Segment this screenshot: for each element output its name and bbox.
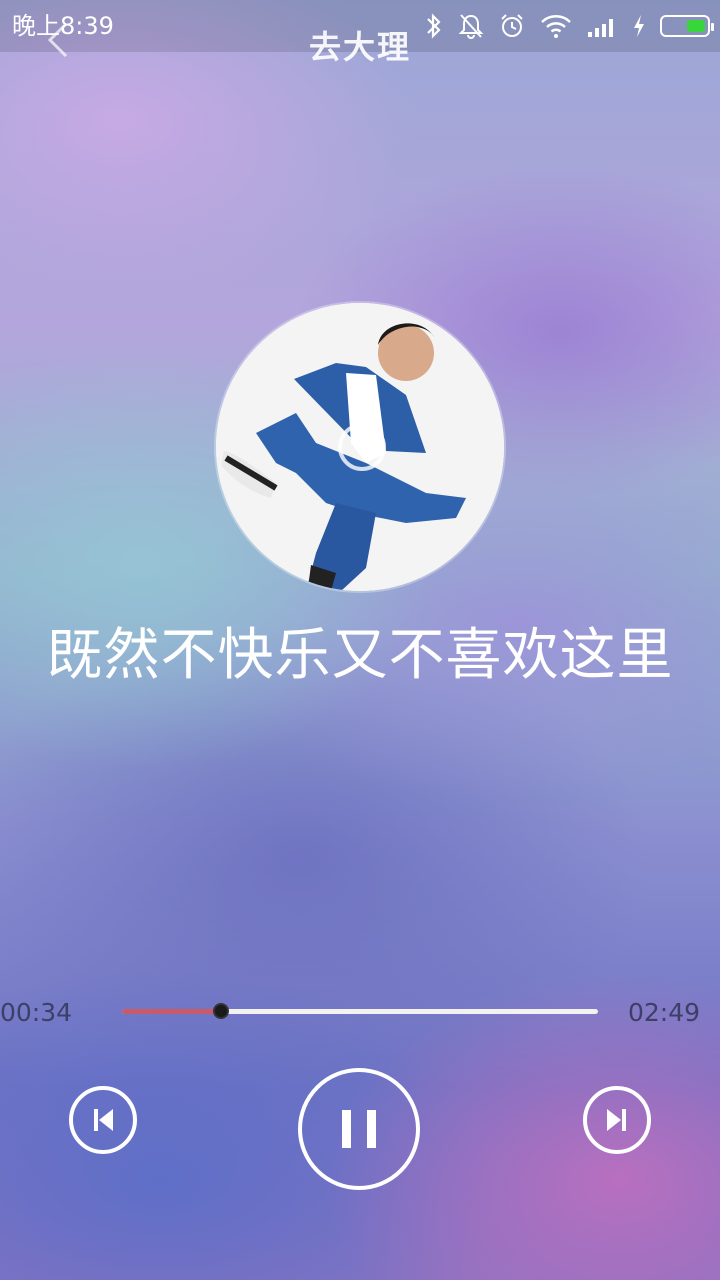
music-player-screen: 晚上8:39 去大理 既然不快乐又不喜欢这里 00:34 02:49: [0, 0, 720, 1280]
current-lyric-line: 既然不快乐又不喜欢这里: [46, 623, 674, 688]
pause-icon: [342, 1110, 376, 1148]
album-art: [216, 303, 504, 591]
total-time: 02:49: [627, 998, 700, 1027]
artist-photo: [216, 303, 504, 591]
play-pause-button[interactable]: [298, 1068, 420, 1190]
song-title: 去大理: [308, 28, 411, 66]
progress-bar[interactable]: [122, 1003, 598, 1019]
previous-track-icon: [94, 1109, 113, 1131]
next-track-icon: [607, 1109, 626, 1131]
current-time: 00:34: [0, 998, 73, 1027]
previous-button[interactable]: [69, 1086, 137, 1154]
progress-thumb[interactable]: [212, 1003, 229, 1019]
progress-fill: [122, 1009, 221, 1014]
next-button[interactable]: [583, 1086, 651, 1154]
